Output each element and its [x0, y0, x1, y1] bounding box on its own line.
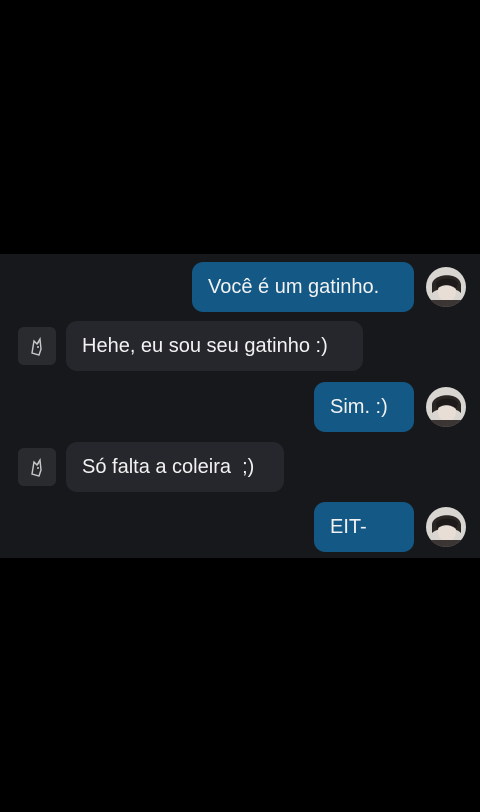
profile-photo-icon	[426, 507, 466, 547]
contact-avatar[interactable]	[18, 327, 56, 365]
message-incoming: Hehe, eu sou seu gatinho :)	[18, 321, 363, 371]
message-outgoing: Sim. :)	[314, 382, 466, 432]
message-text: Só falta a coleira ;)	[82, 456, 255, 478]
message-bubble[interactable]: EIT-	[314, 502, 414, 552]
message-text: Você é um gatinho.	[208, 276, 380, 298]
own-avatar[interactable]	[426, 267, 466, 307]
own-avatar[interactable]	[426, 387, 466, 427]
message-text: Sim. :)	[330, 396, 388, 418]
message-incoming: Só falta a coleira ;)	[18, 442, 284, 492]
message-bubble[interactable]: Sim. :)	[314, 382, 414, 432]
message-bubble[interactable]: Você é um gatinho.	[192, 262, 414, 312]
message-text: EIT-	[330, 516, 367, 538]
message-outgoing: Você é um gatinho.	[192, 262, 466, 312]
message-bubble[interactable]: Só falta a coleira ;)	[66, 442, 284, 492]
profile-photo-icon	[426, 267, 466, 307]
own-avatar[interactable]	[426, 507, 466, 547]
profile-photo-icon	[426, 387, 466, 427]
message-text: Hehe, eu sou seu gatinho :)	[82, 335, 328, 357]
message-outgoing: EIT-	[314, 502, 466, 552]
contact-avatar[interactable]	[18, 448, 56, 486]
cat-sketch-icon	[18, 448, 56, 486]
cat-sketch-icon	[18, 327, 56, 365]
chat-panel: Você é um gatinho. Hehe, eu sou seu gati…	[0, 254, 480, 558]
message-bubble[interactable]: Hehe, eu sou seu gatinho :)	[66, 321, 363, 371]
